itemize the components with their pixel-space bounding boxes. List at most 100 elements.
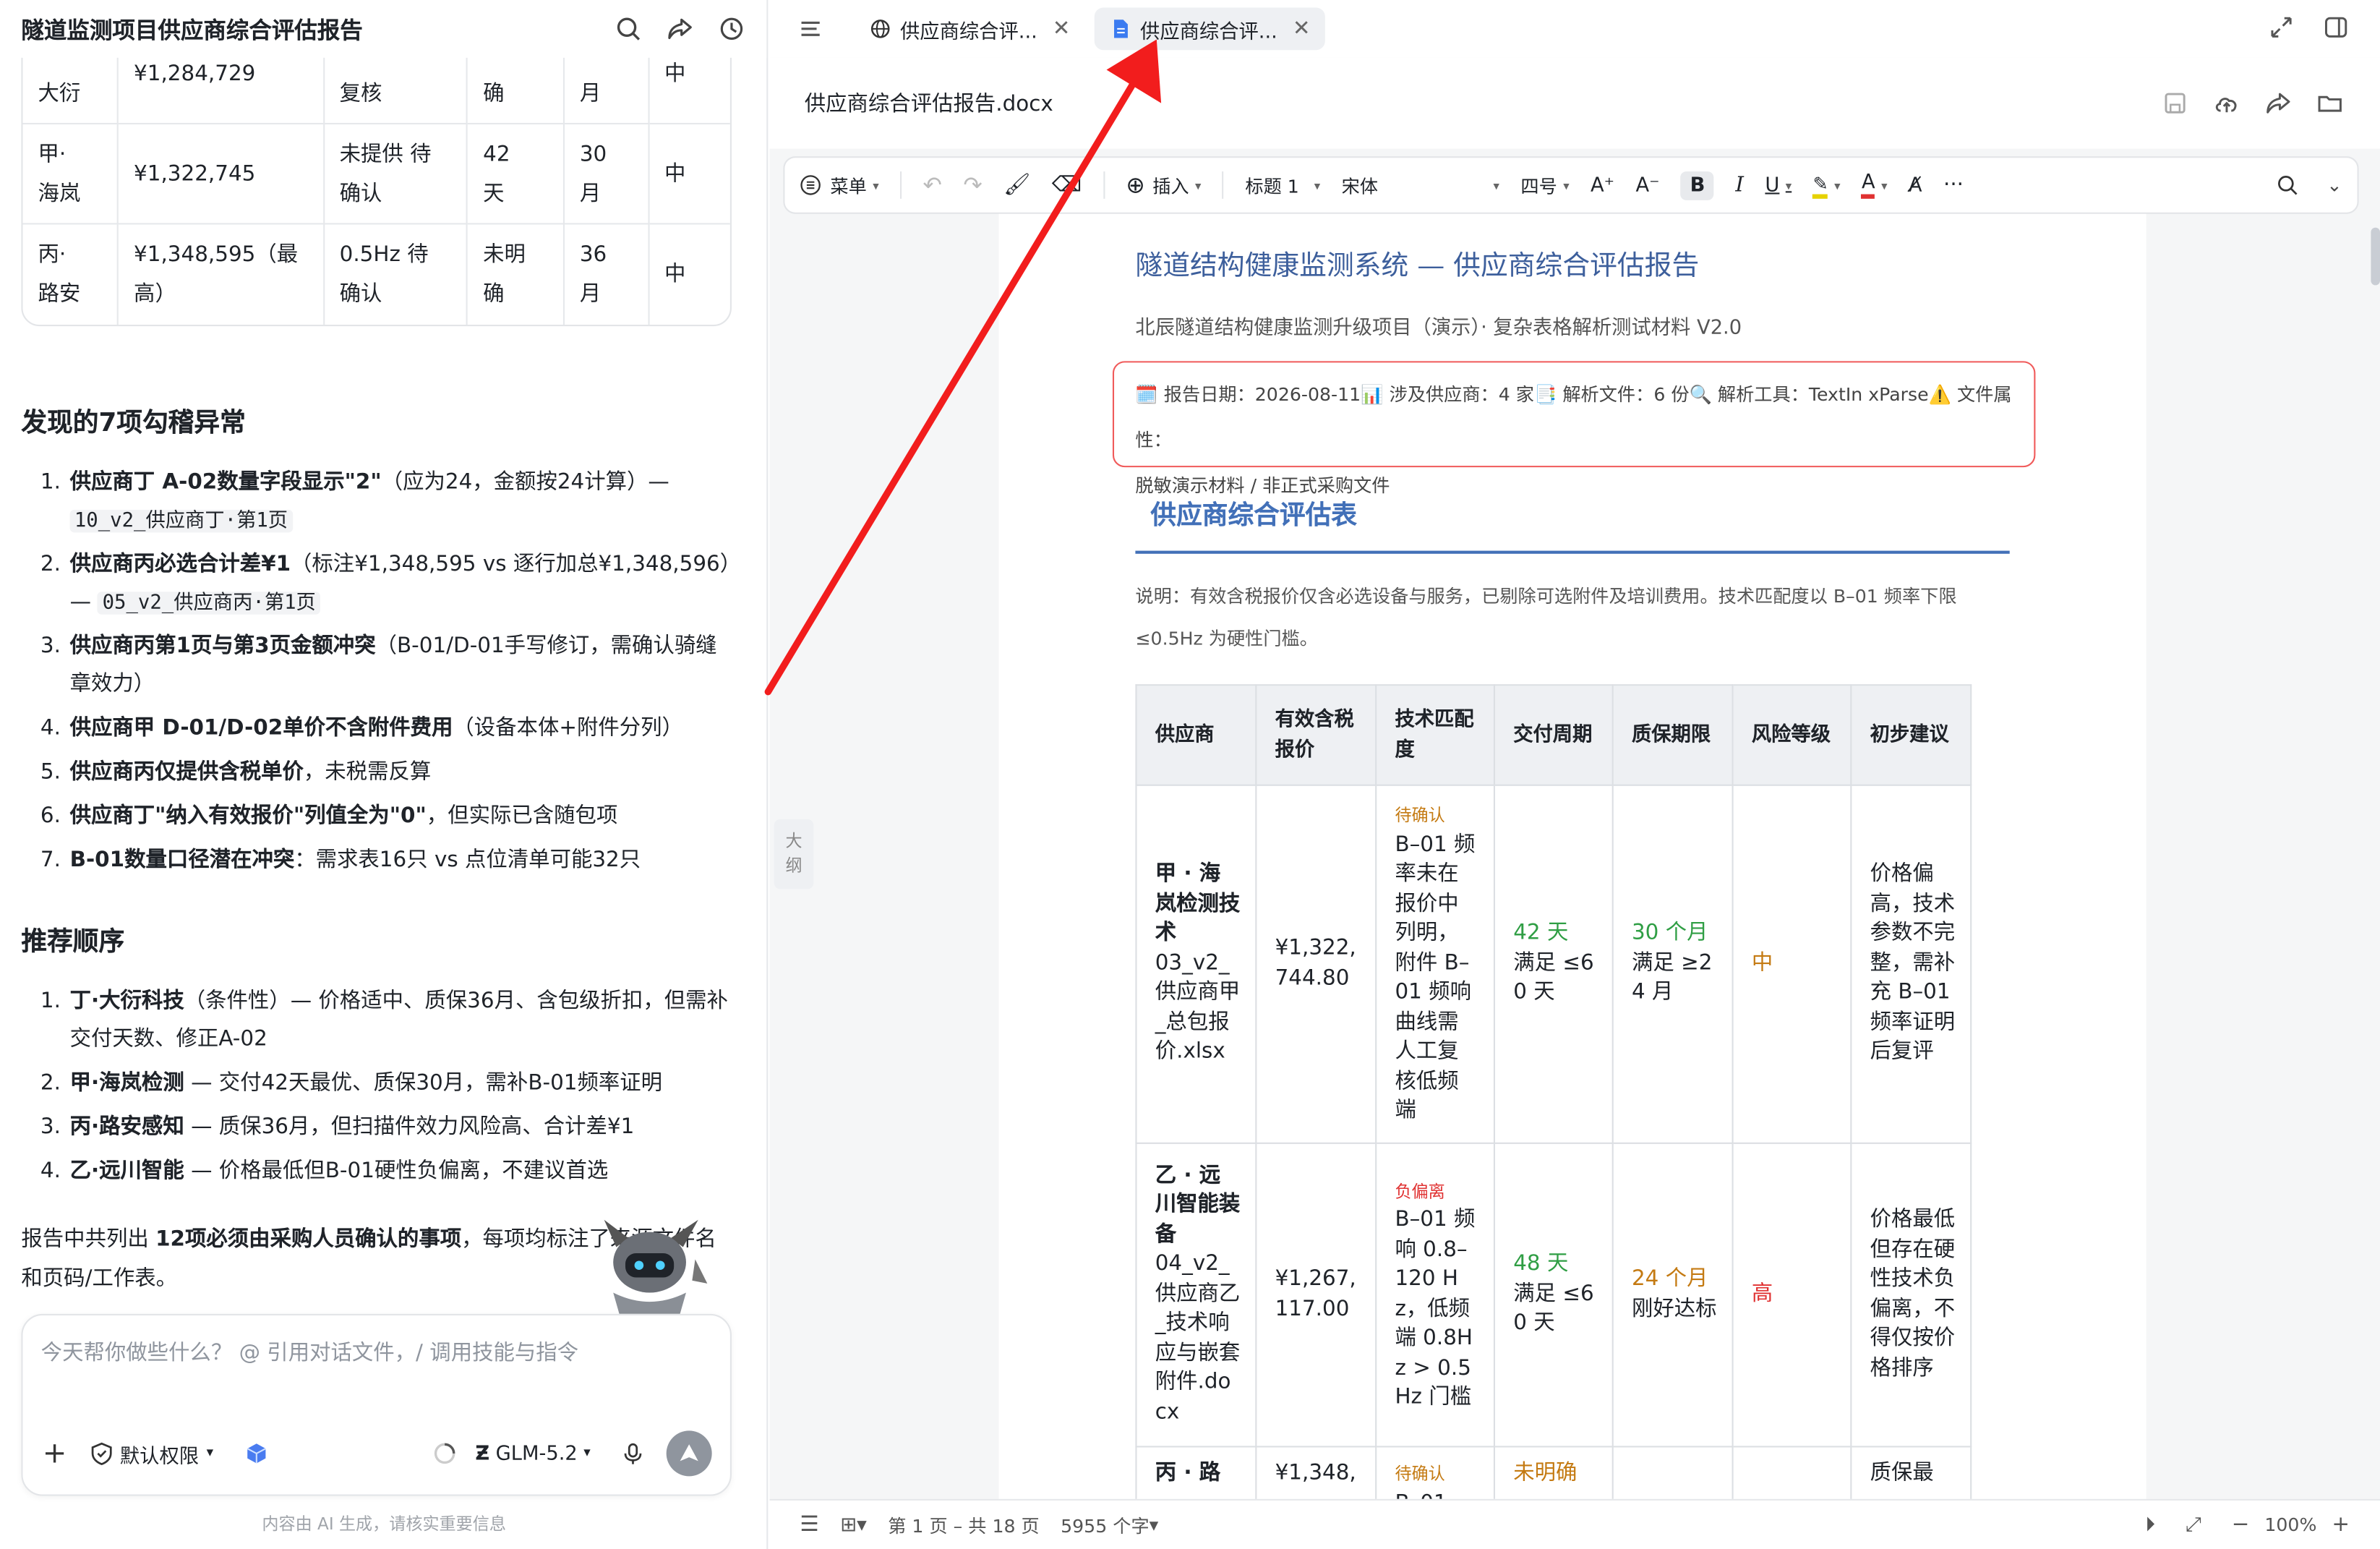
zoom-level[interactable]: 100% xyxy=(2264,1514,2316,1535)
section-divider xyxy=(1135,550,2010,554)
document-page[interactable]: 隧道结构健康监测系统 — 供应商综合评估报告 北辰隧道结构健康监测升级项目（演示… xyxy=(998,213,2146,1549)
text-style-icon[interactable]: A̸ xyxy=(1909,174,1922,196)
list-bold: 供应商丙仅提供含税单价 xyxy=(69,760,304,785)
editor-toolbar: 菜单 ▾ ↶ ↷ 🖌︎ ⌫ ⊕ 插入 ▾ 标题 1 ▾ 宋体 ▾ 四号 ▾ A⁺ A⁻ B… xyxy=(783,156,2359,214)
permission-select[interactable]: 默认权限 xyxy=(120,1439,199,1467)
redo-icon[interactable]: ↷ xyxy=(963,171,982,199)
table-cell: 中 xyxy=(664,262,686,286)
highlight-icon[interactable]: ✎ ▾ xyxy=(1812,172,1841,198)
chat-messages[interactable]: 大衍 ¥1,284,729 复核 确 月 中 甲· 海岚 ¥1,322,745 … xyxy=(0,57,766,1310)
send-button[interactable] xyxy=(666,1430,712,1477)
outline-view-icon[interactable]: ☰ xyxy=(800,1513,818,1537)
close-icon[interactable]: ✕ xyxy=(1293,17,1311,41)
share-icon[interactable] xyxy=(2263,88,2293,119)
list-bold: 供应商丁 A-02数量字段显示"2" xyxy=(69,470,382,495)
menu-icon[interactable] xyxy=(797,15,824,43)
table-cell: 中 xyxy=(648,123,730,225)
model-select[interactable]: GLM-5.2 xyxy=(496,1442,578,1464)
table-row: 甲 · 海岚检测技术 03_v2_供应商甲_总包报价.xlsx ¥1,322,744… xyxy=(1135,784,1972,1144)
undo-icon[interactable]: ↶ xyxy=(923,171,942,199)
cloud-upload-icon[interactable] xyxy=(2212,88,2242,119)
delivery-cell: 42 天满足 ≤60 天 xyxy=(1493,784,1614,1144)
shield-check-icon xyxy=(91,1442,112,1466)
save-icon[interactable] xyxy=(2160,88,2191,119)
document-pane: 供应商综合评... ✕ 供应商综合评... ✕ 供应商综合评估报告.docx 菜… xyxy=(769,0,2380,1549)
chevron-down-icon[interactable]: ▾ xyxy=(207,1446,214,1461)
table-cell: 确 xyxy=(467,57,565,125)
play-icon[interactable]: ⏵ xyxy=(2145,1514,2155,1536)
insert-button[interactable]: ⊕ 插入 ▾ xyxy=(1126,171,1201,199)
layout-icon[interactable]: ⊞ ▾ xyxy=(840,1514,867,1536)
search-icon[interactable] xyxy=(2275,173,2300,197)
font-select[interactable]: 宋体 ▾ xyxy=(1342,172,1499,198)
vertical-scrollbar[interactable] xyxy=(2371,227,2380,286)
list-number: 3. xyxy=(40,1115,61,1140)
menu-label: 菜单 xyxy=(830,175,867,197)
fit-width-icon[interactable]: ⤢ xyxy=(2186,1514,2201,1536)
outline-toggle[interactable]: 大纲 xyxy=(774,819,814,889)
tab-bar: 供应商综合评... ✕ 供应商综合评... ✕ xyxy=(769,0,2380,58)
summary-bold: 12项必须由采购人员确认的事项 xyxy=(155,1227,462,1252)
more-icon[interactable]: ··· xyxy=(1943,173,1964,197)
chat-pane: 隧道监测项目供应商综合评估报告 大衍 ¥1,284,729 复核 确 月 中 甲… xyxy=(0,0,769,1549)
clear-format-icon[interactable]: ⌫ xyxy=(1052,173,1082,197)
font-grow-icon[interactable]: A⁺ xyxy=(1591,174,1614,196)
list-number: 7. xyxy=(40,848,61,873)
share-icon[interactable] xyxy=(665,14,695,44)
chevron-down-icon[interactable]: ▾ xyxy=(583,1446,591,1461)
close-icon[interactable]: ✕ xyxy=(1053,17,1071,41)
doc-filename: 供应商综合评估报告.docx xyxy=(804,92,1053,117)
list-bold: 供应商甲 D-01/D-02单价不含附件费用 xyxy=(69,716,453,741)
tab-web-report[interactable]: 供应商综合评... ✕ xyxy=(855,7,1085,50)
list-bold: 供应商丙必选合计差¥1 xyxy=(69,552,291,577)
menu-button[interactable]: 菜单 ▾ xyxy=(800,172,879,198)
plus-icon[interactable] xyxy=(41,1440,69,1467)
table-cell: ¥1,284,729 xyxy=(118,57,325,125)
ai-disclaimer: 内容由 AI 生成，请核实重要信息 xyxy=(262,1514,506,1535)
folder-icon[interactable] xyxy=(2315,88,2345,119)
table-row: 丙· 路安 ¥1,348,595（最 高） 0.5Hz 待 确认 未明 确 36… xyxy=(22,223,729,324)
font-color-icon[interactable]: A ▾ xyxy=(1861,171,1887,198)
underline-icon[interactable]: U ▾ xyxy=(1765,174,1792,196)
zoom-in-icon[interactable]: + xyxy=(2332,1513,2350,1537)
table-cell: 中 xyxy=(648,57,730,125)
advice-cell: 价格偏高，技术参数不完整，需补充 B–01 频率证明后复评 xyxy=(1850,784,1972,1144)
list-number: 1. xyxy=(40,989,61,1014)
sidebar-toggle-icon[interactable] xyxy=(2322,14,2350,41)
delivery-note: 满足 ≤60 天 xyxy=(1513,950,1594,1005)
list-item: 7. B-01数量口径潜在冲突：需求表16只 vs 点位清单可能32只 xyxy=(21,842,735,879)
format-painter-icon[interactable]: 🖌︎ xyxy=(1003,173,1030,197)
list-item: 2. 甲·海岚检测 — 交付42天最优、质保30月，需补B-01频率证明 xyxy=(21,1065,735,1103)
zhipu-logo-icon: Ƶ xyxy=(475,1442,490,1465)
italic-icon[interactable]: I xyxy=(1735,173,1744,197)
tab-docx-report[interactable]: 供应商综合评... ✕ xyxy=(1095,7,1326,51)
zoom-out-icon[interactable]: − xyxy=(2232,1513,2250,1537)
bold-icon[interactable]: B xyxy=(1680,171,1715,200)
anomalies-heading: 发现的7项勾稽异常 xyxy=(21,408,246,439)
microphone-icon[interactable] xyxy=(621,1441,646,1466)
history-icon[interactable] xyxy=(716,14,747,44)
size-select[interactable]: 四号 ▾ xyxy=(1520,172,1569,198)
list-item: 3. 丙·路安感知 — 质保36月，但扫描件效力风险高、合计差¥1 xyxy=(21,1109,735,1147)
list-number: 1. xyxy=(40,470,61,495)
font-shrink-icon[interactable]: A⁻ xyxy=(1636,174,1660,196)
chat-input-placeholder[interactable]: 今天帮你做些什么？ @ 引用对话文件，/ 调用技能与指令 xyxy=(41,1336,578,1367)
heading-select[interactable]: 标题 1 ▾ xyxy=(1245,172,1320,198)
word-count[interactable]: 5955 个字 ▾ xyxy=(1061,1512,1158,1538)
table-header: 技术匹配度 xyxy=(1375,684,1496,786)
table-header: 初步建议 xyxy=(1850,684,1972,786)
table-header: 质保期限 xyxy=(1611,684,1734,786)
risk-level: 高 xyxy=(1751,1281,1773,1306)
cube-icon[interactable] xyxy=(244,1441,268,1466)
chat-input-box[interactable]: 今天帮你做些什么？ @ 引用对话文件，/ 调用技能与指令 默认权限 ▾ Ƶ GL… xyxy=(21,1313,732,1496)
loading-spinner-icon xyxy=(435,1443,455,1464)
list-text: B-01数量口径潜在冲突：需求表16只 vs 点位清单可能32只 xyxy=(70,842,735,879)
file-reference: 05_v2_供应商丙·第1页 xyxy=(98,592,321,615)
expand-icon[interactable] xyxy=(2268,14,2295,41)
warranty-value: 24 个月 xyxy=(1631,1266,1708,1292)
list-rest: ，未税需反算 xyxy=(303,760,432,785)
search-icon[interactable] xyxy=(613,14,643,44)
collapse-toolbar-icon[interactable]: ⌄ xyxy=(2327,174,2342,195)
delivery-note: 满足 ≤60 天 xyxy=(1513,1281,1594,1336)
list-number: 4. xyxy=(40,716,61,741)
